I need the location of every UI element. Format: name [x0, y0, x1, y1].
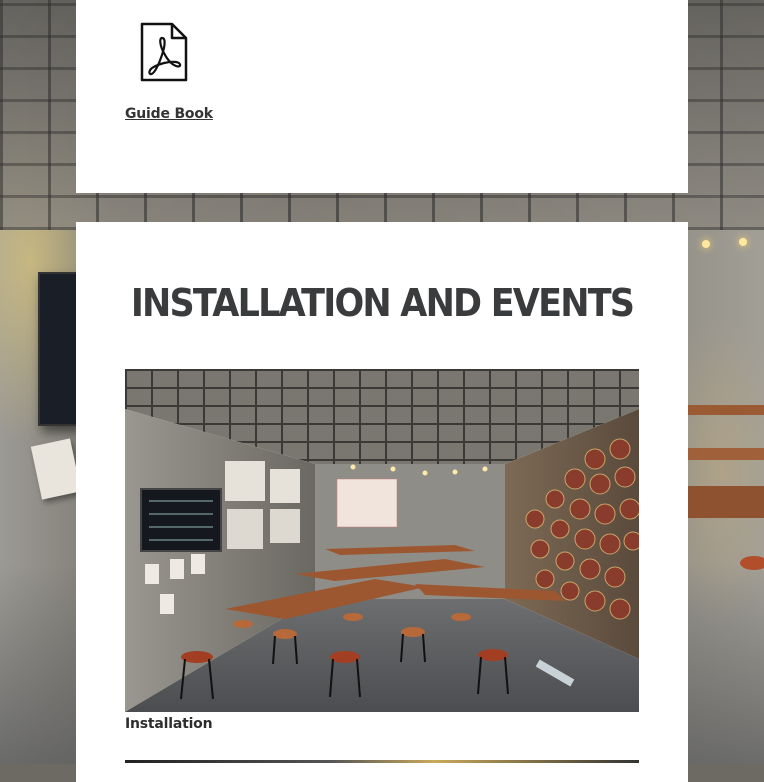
background-lamp	[702, 240, 710, 248]
background-lamp	[739, 238, 747, 246]
background-table	[688, 486, 764, 518]
background-table	[688, 405, 764, 415]
photo-caption: Installation	[125, 716, 213, 732]
pdf-icon	[140, 22, 188, 82]
section-title: INSTALLATION AND EVENTS	[130, 282, 635, 326]
next-photo-edge	[125, 760, 639, 763]
guide-book-link[interactable]: Guide Book	[125, 106, 213, 122]
background-table	[688, 448, 764, 460]
guide-book-pdf-link[interactable]	[140, 22, 188, 82]
installation-photo[interactable]	[125, 369, 639, 712]
background-wall-artwork	[38, 272, 80, 426]
installation-photo-illustration	[125, 369, 639, 712]
background-booklet	[30, 438, 82, 500]
